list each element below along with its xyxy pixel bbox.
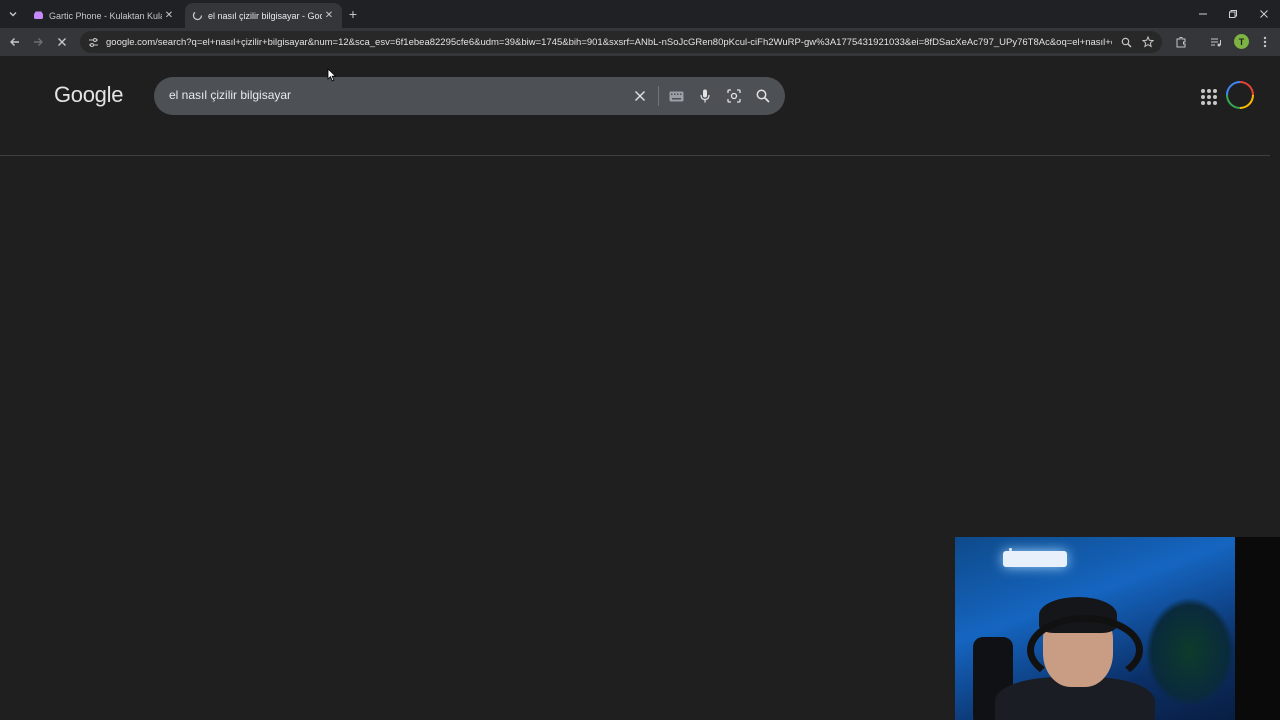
chevron-down-icon: [9, 12, 17, 17]
search-input[interactable]: el nasıl çizilir bilgisayar: [169, 88, 291, 102]
bookmark-star-icon[interactable]: [1141, 35, 1155, 49]
plant: [1145, 597, 1235, 707]
extensions-button[interactable]: [1173, 34, 1189, 50]
restore-icon: [1229, 10, 1237, 18]
media-controls-button[interactable]: [1208, 34, 1224, 50]
browser-toolbar: google.com/search?q=el+nasıl+çizilir+bil…: [0, 28, 1280, 56]
zoom-icon[interactable]: [1119, 35, 1133, 49]
tab-title: el nasıl çizilir bilgisayar - Googl: [208, 10, 322, 21]
site-info-icon[interactable]: [86, 35, 100, 49]
webcam-frame-edge: [1235, 537, 1280, 720]
back-button[interactable]: [7, 34, 23, 50]
tab-google-search[interactable]: el nasıl çizilir bilgisayar - Googl ✕: [185, 3, 342, 28]
address-bar-url[interactable]: google.com/search?q=el+nasıl+çizilir+bil…: [106, 37, 1112, 48]
search-icon[interactable]: [755, 88, 771, 104]
tab-title: Gartic Phone - Kulaktan Kulağa: [49, 10, 162, 21]
minimize-button[interactable]: [1192, 4, 1214, 24]
tab-search-button[interactable]: [4, 5, 22, 23]
account-avatar[interactable]: [1226, 81, 1254, 109]
close-tab-icon[interactable]: ✕: [162, 9, 176, 23]
keyboard-icon[interactable]: [668, 88, 684, 104]
new-tab-button[interactable]: +: [345, 6, 361, 22]
more-vert-icon: [1263, 36, 1267, 48]
playlist-icon: [1211, 38, 1221, 47]
arrow-right-icon: [34, 38, 43, 46]
webcam-overlay: [955, 537, 1280, 720]
loading-spinner-icon: [191, 10, 203, 22]
forward-button[interactable]: [30, 34, 46, 50]
headset: [1027, 615, 1143, 685]
search-divider: [658, 86, 659, 106]
minimize-icon: [1199, 13, 1207, 15]
restore-button[interactable]: [1222, 4, 1244, 24]
profile-avatar[interactable]: T: [1234, 34, 1249, 49]
phone-icon: [32, 10, 44, 22]
microphone-icon[interactable]: [697, 88, 713, 104]
google-logo[interactable]: Google: [54, 82, 123, 108]
browser-menu-button[interactable]: [1257, 34, 1273, 50]
close-tab-icon[interactable]: ✕: [322, 9, 336, 23]
camera-lens-icon[interactable]: [726, 88, 742, 104]
arrow-left-icon: [10, 38, 19, 46]
google-apps-grid-icon[interactable]: [1199, 87, 1217, 105]
header-divider: [0, 155, 1270, 156]
mouse-cursor-icon: [327, 68, 337, 82]
close-icon: [58, 38, 66, 46]
air-conditioner: [1003, 551, 1067, 567]
close-icon: [1260, 10, 1268, 18]
stop-loading-button[interactable]: [54, 34, 70, 50]
puzzle-icon: [1176, 37, 1186, 48]
light-dot: [1009, 548, 1012, 551]
close-window-button[interactable]: [1253, 4, 1275, 24]
clear-search-icon[interactable]: [632, 88, 648, 104]
tab-gartic-phone[interactable]: Gartic Phone - Kulaktan Kulağa ✕: [26, 3, 182, 28]
address-bar[interactable]: google.com/search?q=el+nasıl+çizilir+bil…: [80, 31, 1162, 53]
tab-strip: Gartic Phone - Kulaktan Kulağa ✕ el nası…: [0, 0, 1280, 28]
search-box[interactable]: el nasıl çizilir bilgisayar: [154, 77, 785, 115]
